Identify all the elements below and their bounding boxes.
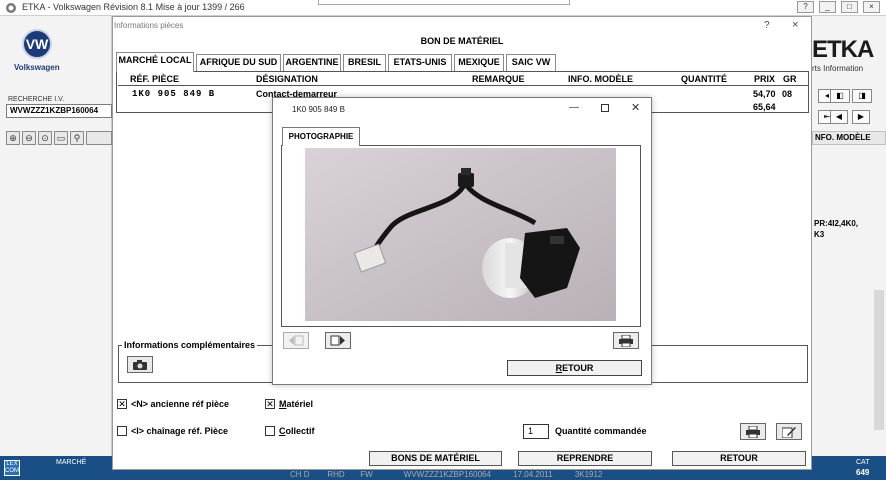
zoom-fit-icon[interactable]: ⊙ xyxy=(38,131,52,145)
next-photo-icon xyxy=(330,335,345,346)
ancienne-ref-label: <N> ancienne réf pièce xyxy=(131,399,230,409)
quantity-input[interactable]: 1 xyxy=(523,424,549,439)
tab-mexique[interactable]: MEXIQUE xyxy=(454,54,504,71)
brand-label: Volkswagen xyxy=(14,63,60,72)
price-cell: 54,70 xyxy=(753,89,776,99)
materiel-label: Matériel xyxy=(279,399,314,409)
nav-next-icon[interactable]: ▶ xyxy=(852,110,870,124)
page-title: BON DE MATÉRIEL xyxy=(420,36,504,46)
popup-retour-button[interactable]: RETOUR xyxy=(507,360,642,376)
column-header-info-modele[interactable]: INFO. MODÈLE xyxy=(568,74,633,84)
collectif-label: Collectif xyxy=(279,426,315,436)
chainage-ref-checkbox[interactable] xyxy=(117,426,127,436)
app-titlebar: ETKA - Volkswagen Révision 8.1 Mise à jo… xyxy=(0,0,886,16)
status-marche-label: MARCHÉ xyxy=(56,459,87,466)
prev-photo-icon xyxy=(289,335,304,346)
dialog-close-button[interactable]: × xyxy=(792,19,798,31)
print-button[interactable] xyxy=(740,423,766,440)
printer-icon xyxy=(746,425,760,439)
help-button[interactable]: ? xyxy=(797,1,814,13)
nav-doc-back-icon[interactable]: ◧ xyxy=(830,89,850,103)
collectif-checkbox[interactable] xyxy=(265,426,275,436)
popup-close-button[interactable]: ✕ xyxy=(631,101,640,114)
vw-logo: VW xyxy=(22,29,52,59)
printer-icon xyxy=(619,334,633,348)
ancienne-ref-checkbox[interactable]: ✕ xyxy=(117,399,127,409)
vin-search-input[interactable]: WVWZZZ1KZBP160064 xyxy=(6,104,112,118)
etka-subtitle: rts Information xyxy=(812,64,864,73)
photo-next-button[interactable] xyxy=(325,332,351,349)
edit-button[interactable] xyxy=(776,423,802,440)
nav-doc-forward-icon[interactable]: ◨ xyxy=(852,89,872,103)
tab-etats-unis[interactable]: ETATS-UNIS xyxy=(388,54,452,71)
group-cell: 08 xyxy=(782,89,793,99)
dialog-help-button[interactable]: ? xyxy=(764,20,770,31)
part-photo xyxy=(305,148,616,321)
column-header-prix[interactable]: PRIX xyxy=(754,74,775,84)
retour-button[interactable]: RETOUR xyxy=(672,451,806,466)
vin-search-label: RECHERCHE I.V. xyxy=(8,96,65,103)
minimize-button[interactable]: _ xyxy=(819,1,836,13)
etka-app-icon xyxy=(6,3,16,13)
tab-saic-vw[interactable]: SAIC VW xyxy=(506,54,556,71)
etka-logo: ETKA xyxy=(812,36,874,63)
background-status-text: CH D RHD FW WVWZZZ1KZBP160064 17.04.2011… xyxy=(290,470,603,479)
magnifier-icon[interactable]: ⚲ xyxy=(70,131,84,145)
tab-bresil[interactable]: BRESIL xyxy=(343,54,386,71)
column-header-designation[interactable]: DÉSIGNATION xyxy=(256,74,318,84)
column-header-gr[interactable]: GR xyxy=(783,74,797,84)
photo-print-button[interactable] xyxy=(613,332,639,349)
bons-de-materiel-button[interactable]: BONS DE MATÉRIEL xyxy=(369,451,502,466)
column-header-ref[interactable]: RÉF. PIÈCE xyxy=(130,74,179,84)
right-scrollbar[interactable] xyxy=(874,290,884,430)
camera-icon xyxy=(133,360,147,370)
zoom-in-icon[interactable]: ⊕ xyxy=(6,131,20,145)
tab-argentine[interactable]: ARGENTINE xyxy=(283,54,341,71)
tab-photographie[interactable]: PHOTOGRAPHIE xyxy=(282,127,360,146)
lexcom-logo: LEX COM xyxy=(4,460,20,476)
zoom-out-icon[interactable]: ⊖ xyxy=(22,131,36,145)
price-ttc-cell: 65,64 xyxy=(753,102,776,112)
materiel-checkbox[interactable]: ✕ xyxy=(265,399,275,409)
popup-maximize-button[interactable] xyxy=(601,104,609,112)
chainage-ref-label: <I> chaînage réf. Pièce xyxy=(131,426,229,436)
dialog-title: Informations pièces xyxy=(114,21,184,30)
zoom-window-icon[interactable]: ▭ xyxy=(54,131,68,145)
quantity-label: Quantité commandée xyxy=(555,426,647,436)
photo-prev-button[interactable] xyxy=(283,332,309,349)
left-panel xyxy=(0,16,112,456)
header-divider xyxy=(118,85,808,86)
right-info-modele-header: NFO. MODÈLE xyxy=(812,131,886,145)
nav-prev-icon[interactable]: ◀ xyxy=(830,110,848,124)
close-button[interactable]: × xyxy=(863,1,880,13)
popup-title: 1K0 905 849 B xyxy=(292,105,345,114)
info-complementaires-label: Informations complémentaires xyxy=(122,340,258,350)
pr-code-text: PR:4I2,4K0, K3 xyxy=(814,219,859,239)
column-header-quantite[interactable]: QUANTITÉ xyxy=(681,74,727,84)
catalog-value: 649 xyxy=(856,468,870,477)
part-ref-cell: 1K0 905 849 B xyxy=(132,89,216,99)
edit-note-icon xyxy=(781,427,796,439)
tab-marche-local[interactable]: MARCHÉ LOCAL xyxy=(116,52,194,72)
reprendre-button[interactable]: REPRENDRE xyxy=(518,451,652,466)
catalog-label: CAT xyxy=(856,459,870,466)
app-title: ETKA - Volkswagen Révision 8.1 Mise à jo… xyxy=(22,2,245,12)
tab-afrique-du-sud[interactable]: AFRIQUE DU SUD xyxy=(196,54,281,71)
popup-minimize-button[interactable]: — xyxy=(569,102,579,113)
maximize-button[interactable]: □ xyxy=(841,1,858,13)
toolbar-field[interactable] xyxy=(86,131,112,145)
column-header-remarque[interactable]: REMARQUE xyxy=(472,74,525,84)
camera-button[interactable] xyxy=(127,356,153,373)
title-center-field xyxy=(318,0,570,5)
